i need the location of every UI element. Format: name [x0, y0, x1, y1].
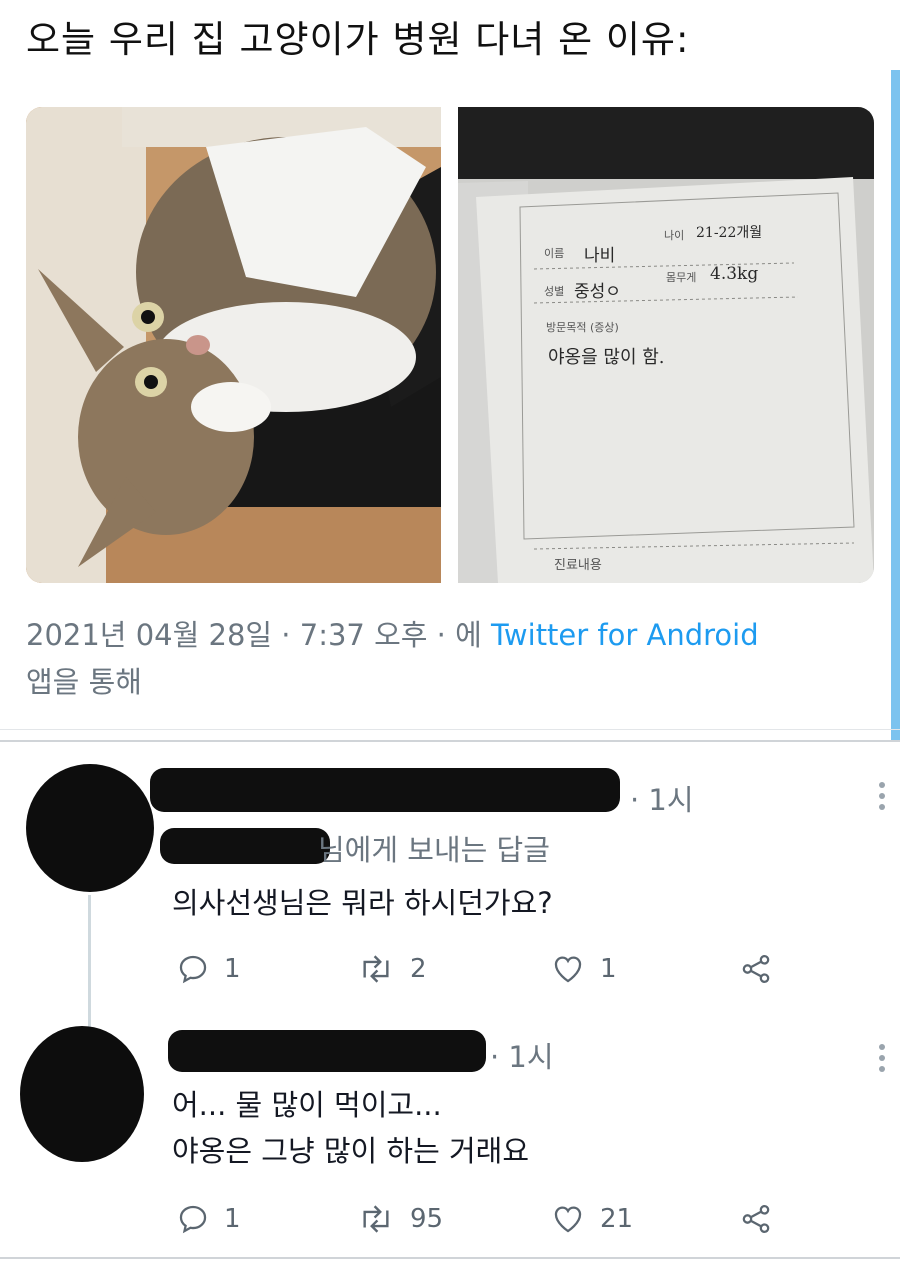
chart-purpose-label: 방문목적 (증상) — [546, 321, 619, 334]
reply-button[interactable]: 1 — [176, 1202, 241, 1236]
post-timestamp: 2021년 04월 28일 · 7:37 오후 · 에 — [26, 618, 491, 652]
chart-purpose-value: 야옹을 많이 함. — [548, 347, 665, 368]
chart-age-label: 나이 — [664, 229, 684, 242]
reply-icon — [179, 1205, 207, 1234]
reply-button[interactable]: 1 — [176, 952, 241, 986]
reply-text: 의사선생님은 뭐라 하시던가요? — [172, 886, 553, 920]
like-count: 21 — [600, 1204, 634, 1234]
chart-weight-label: 몸무게 — [666, 271, 696, 284]
retweet-count: 95 — [410, 1204, 444, 1234]
chart-age-value: 21-22개월 — [696, 225, 762, 241]
cat-photo[interactable] — [26, 107, 441, 583]
chart-name-value: 나비 — [584, 246, 615, 266]
chart-name-label: 이름 — [544, 247, 564, 260]
like-button[interactable]: 1 — [550, 952, 617, 986]
reply-icon — [179, 955, 207, 984]
avatar[interactable] — [20, 1026, 144, 1162]
divider — [0, 1257, 900, 1259]
retweet-button[interactable]: 95 — [356, 1202, 443, 1236]
chart-sex-label: 성별 — [544, 285, 564, 298]
share-button[interactable] — [738, 952, 774, 986]
reply-time: · 1시 — [630, 783, 694, 817]
retweet-icon — [363, 1205, 389, 1233]
like-count: 1 — [600, 954, 617, 984]
retweet-count: 2 — [410, 954, 427, 984]
more-icon[interactable] — [878, 1044, 886, 1077]
redacted-username — [150, 768, 620, 812]
post-meta-suffix: 앱을 통해 — [26, 665, 142, 699]
avatar[interactable] — [26, 764, 154, 892]
scroll-indicator — [891, 70, 900, 740]
like-button[interactable]: 21 — [550, 1202, 633, 1236]
source-app-link[interactable]: Twitter for Android — [491, 618, 759, 652]
replying-to-label: 님에게 보내는 답글 — [318, 833, 550, 867]
thread-line — [88, 895, 91, 1027]
more-icon[interactable] — [878, 782, 886, 815]
post-title: 오늘 우리 집 고양이가 병원 다녀 온 이유: — [26, 18, 690, 61]
like-icon — [554, 956, 582, 983]
redacted-handle — [160, 828, 330, 864]
redacted-username — [168, 1030, 486, 1072]
divider — [0, 729, 900, 730]
share-button[interactable] — [738, 1202, 774, 1236]
post-meta: 2021년 04월 28일 · 7:37 오후 · 에 Twitter for … — [26, 612, 846, 706]
share-icon — [742, 954, 770, 984]
chart-sex-value: 중성ㅇ — [574, 282, 621, 302]
reply-time: · 1시 — [490, 1040, 554, 1074]
medical-chart-photo[interactable]: 이름 나비 나이 21-22개월 성별 중성ㅇ 몸무게 4.3kg 방문목적 (… — [458, 107, 874, 583]
like-icon — [554, 1206, 582, 1233]
retweet-button[interactable]: 2 — [356, 952, 427, 986]
reply-text-line-2: 야옹은 그냥 많이 하는 거래요 — [172, 1134, 530, 1168]
chart-weight-value: 4.3kg — [710, 264, 758, 284]
retweet-icon — [363, 955, 389, 983]
reply-text-line-1: 어... 물 많이 먹이고... — [172, 1088, 442, 1122]
share-icon — [742, 1204, 770, 1234]
divider — [0, 740, 900, 742]
reply-count: 1 — [224, 954, 241, 984]
reply-count: 1 — [224, 1204, 241, 1234]
chart-treatment-label: 진료내용 — [554, 558, 602, 573]
